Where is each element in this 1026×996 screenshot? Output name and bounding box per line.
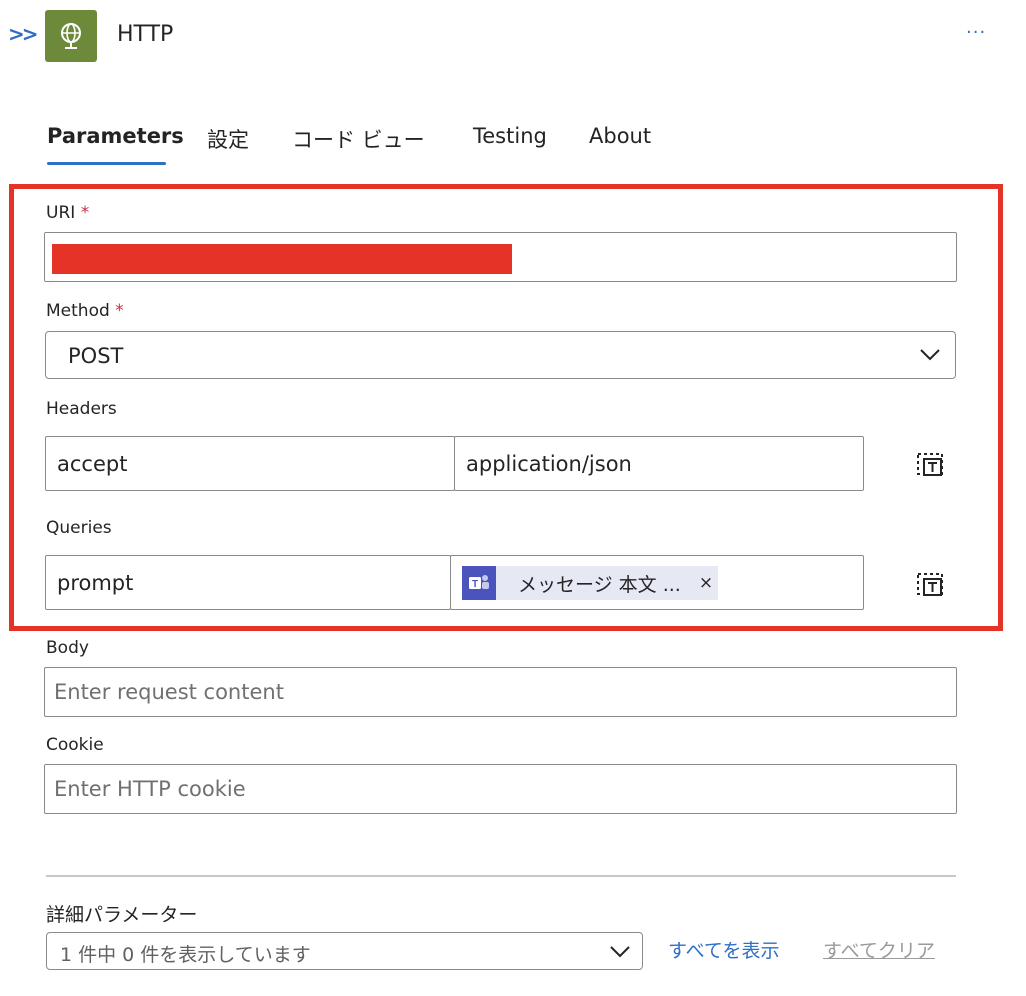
method-dropdown[interactable]: POST bbox=[45, 331, 956, 379]
cookie-input[interactable]: Enter HTTP cookie bbox=[44, 764, 957, 814]
token-label: メッセージ 本文 ... bbox=[518, 573, 681, 596]
method-value: POST bbox=[68, 344, 124, 368]
app-icon bbox=[45, 10, 97, 62]
advanced-select-value: 1 件中 0 件を表示しています bbox=[60, 944, 311, 966]
dynamic-content-token[interactable]: T メッセージ 本文 ... × bbox=[462, 566, 718, 600]
body-placeholder: Enter request content bbox=[54, 680, 284, 704]
tab-code-view[interactable]: コード ビュー bbox=[292, 124, 425, 154]
method-label: Method * bbox=[46, 301, 124, 321]
delete-icon[interactable] bbox=[915, 568, 945, 598]
delete-icon[interactable] bbox=[915, 448, 945, 478]
query-key-value: prompt bbox=[57, 571, 134, 595]
clear-all-link[interactable]: すべてクリア bbox=[823, 936, 935, 963]
globe-icon bbox=[61, 23, 81, 49]
header-value-value: application/json bbox=[466, 452, 632, 476]
header-value-input[interactable]: application/json bbox=[454, 436, 864, 491]
body-label: Body bbox=[46, 638, 89, 658]
token-remove-icon[interactable]: × bbox=[699, 573, 713, 593]
action-title: HTTP bbox=[117, 22, 174, 47]
chevron-down-icon bbox=[610, 946, 630, 958]
divider bbox=[46, 875, 956, 877]
body-input[interactable]: Enter request content bbox=[44, 667, 957, 717]
query-key-input[interactable]: prompt bbox=[45, 555, 451, 610]
chevron-down-icon bbox=[920, 349, 940, 361]
tab-parameters[interactable]: Parameters bbox=[47, 124, 184, 148]
svg-text:T: T bbox=[472, 579, 478, 590]
advanced-parameters-label: 詳細パラメーター bbox=[46, 904, 198, 926]
teams-icon: T bbox=[462, 566, 496, 600]
active-tab-indicator bbox=[47, 162, 166, 165]
tab-about[interactable]: About bbox=[589, 124, 651, 148]
uri-label: URI * bbox=[46, 203, 90, 223]
redacted-uri bbox=[52, 244, 512, 274]
header-key-value: accept bbox=[57, 452, 128, 476]
header-key-input[interactable]: accept bbox=[45, 436, 455, 491]
advanced-parameters-dropdown[interactable]: 1 件中 0 件を表示しています bbox=[46, 932, 643, 970]
more-options-icon[interactable]: ··· bbox=[966, 22, 986, 43]
tab-settings[interactable]: 設定 bbox=[207, 124, 249, 154]
show-all-link[interactable]: すべてを表示 bbox=[668, 936, 780, 963]
cookie-label: Cookie bbox=[46, 735, 104, 755]
expand-panel-icon[interactable]: >> bbox=[8, 22, 38, 46]
headers-label: Headers bbox=[46, 399, 117, 419]
tab-testing[interactable]: Testing bbox=[473, 124, 547, 148]
cookie-placeholder: Enter HTTP cookie bbox=[54, 777, 246, 801]
queries-label: Queries bbox=[46, 518, 112, 538]
